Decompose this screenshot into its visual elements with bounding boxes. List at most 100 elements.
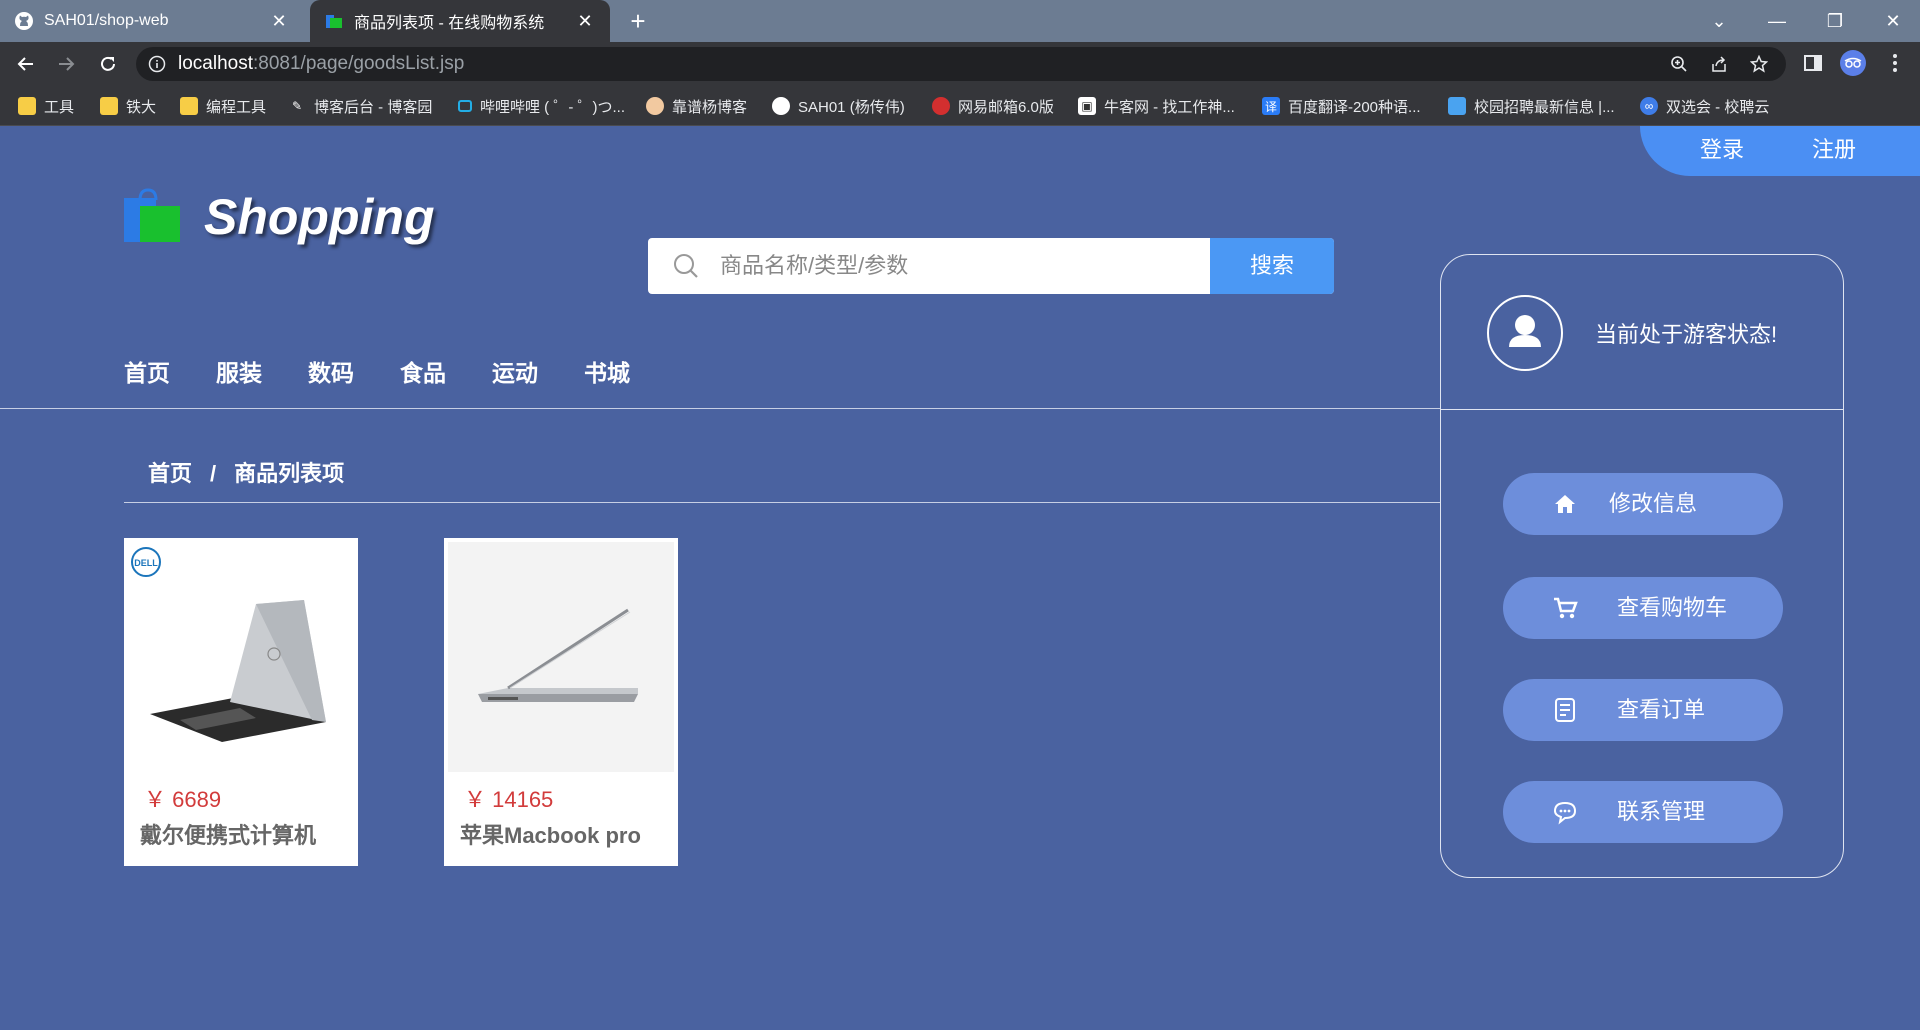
nav-home[interactable]: 首页 <box>124 354 170 388</box>
browser-toolbar: localhost:8081/page/goodsList.jsp <box>0 42 1920 86</box>
login-link[interactable]: 登录 <box>1700 126 1744 174</box>
bookmark-label: 牛客网 - 找工作神... <box>1104 98 1235 116</box>
profile-avatar-icon[interactable] <box>1840 50 1866 76</box>
breadcrumb-separator: / <box>210 461 217 486</box>
nav-books[interactable]: 书城 <box>584 354 630 388</box>
github-icon <box>14 11 34 31</box>
product-price: ￥ 14165 <box>464 787 554 812</box>
nav-clothing[interactable]: 服装 <box>216 354 262 388</box>
product-card[interactable]: DELL ￥ 6689 戴尔便携式计算机 <box>124 538 358 866</box>
product-price: ￥ 6689 <box>144 787 222 812</box>
product-name[interactable]: 戴尔便携式计算机 <box>140 818 316 850</box>
product-name[interactable]: 苹果Macbook pro <box>460 818 641 850</box>
tab-title: 商品列表项 - 在线购物系统 <box>354 15 545 32</box>
tab-title: SAH01/shop-web <box>44 12 169 29</box>
bookmarks-bar: 工具 铁大 编程工具 ✎ 博客后台 - 博客园 哔哩哔哩 ( ゜- ゜)つ...… <box>0 86 1920 126</box>
view-cart-label: 查看购物车 <box>1617 595 1728 620</box>
tab-strip: SAH01/shop-web ✕ 商品列表项 - 在线购物系统 ✕ + ⌄ — … <box>0 0 1920 42</box>
url-path: :8081/page/goodsList.jsp <box>253 53 465 74</box>
contact-admin-label: 联系管理 <box>1617 799 1706 824</box>
close-tab-icon[interactable]: ✕ <box>268 11 290 32</box>
minimize-button[interactable]: — <box>1748 0 1806 42</box>
translate-icon: 译 <box>1262 97 1280 115</box>
bookmark-github[interactable]: SAH01 (杨传伟) <box>772 86 905 126</box>
nowcoder-icon: ▣ <box>1078 97 1096 115</box>
search-input[interactable] <box>720 238 1240 294</box>
divider <box>124 502 1440 503</box>
shopping-bag-icon <box>124 188 180 242</box>
new-tab-button[interactable]: + <box>622 5 654 37</box>
close-window-button[interactable]: ✕ <box>1864 0 1920 42</box>
address-bar[interactable]: localhost:8081/page/goodsList.jsp <box>136 47 1786 81</box>
divider <box>1441 409 1843 410</box>
zoom-icon[interactable] <box>1670 55 1688 73</box>
bookmark-label: 靠谱杨博客 <box>672 98 748 116</box>
product-card[interactable]: ￥ 14165 苹果Macbook pro <box>444 538 678 866</box>
product-image-dell-laptop[interactable]: DELL <box>128 542 354 772</box>
folder-icon <box>324 11 344 31</box>
side-panel-icon[interactable] <box>1802 52 1824 74</box>
bookmark-163-mail[interactable]: 网易邮箱6.0版 <box>932 86 1054 126</box>
product-image-macbook-pro[interactable] <box>448 542 674 772</box>
svg-text:DELL: DELL <box>134 558 158 568</box>
edit-info-button[interactable]: 修改信息 <box>1503 473 1783 535</box>
search-icon <box>672 252 700 280</box>
restore-button[interactable]: ❐ <box>1806 0 1864 42</box>
bilibili-icon <box>458 100 472 112</box>
brand-title: Shopping <box>204 189 435 245</box>
bookmark-campus[interactable]: 校园招聘最新信息 |... <box>1448 86 1615 126</box>
bookmark-label: 铁大 <box>126 98 157 116</box>
bookmark-dev-tools[interactable]: 编程工具 <box>180 86 266 126</box>
tab-goods-list[interactable]: 商品列表项 - 在线购物系统 ✕ <box>310 0 610 42</box>
bookmark-tools[interactable]: 工具 <box>18 86 74 126</box>
bookmark-label: 网易邮箱6.0版 <box>958 98 1054 116</box>
nav-food[interactable]: 食品 <box>400 354 446 388</box>
tab-shop-web[interactable]: SAH01/shop-web ✕ <box>0 0 304 42</box>
share-icon[interactable] <box>1710 55 1728 73</box>
cnblogs-icon: ✎ <box>291 99 303 113</box>
contact-admin-button[interactable]: 联系管理 <box>1503 781 1783 843</box>
register-link[interactable]: 注册 <box>1812 126 1856 174</box>
chat-icon <box>1551 798 1579 826</box>
bookmark-tieda[interactable]: 铁大 <box>100 86 156 126</box>
search-button[interactable]: 搜索 <box>1210 238 1334 294</box>
github-icon <box>772 97 790 115</box>
bookmark-label: 编程工具 <box>206 98 267 116</box>
nav-sports[interactable]: 运动 <box>492 354 538 388</box>
bookmark-label: 工具 <box>44 98 75 116</box>
bookmark-xiaopin[interactable]: ∞ 双选会 - 校聘云 <box>1640 86 1769 126</box>
reload-icon[interactable] <box>92 48 124 80</box>
info-icon[interactable] <box>148 55 166 73</box>
url-text: localhost:8081/page/goodsList.jsp <box>178 47 464 81</box>
bookmark-nowcoder[interactable]: ▣ 牛客网 - 找工作神... <box>1078 86 1235 126</box>
bookmark-bilibili[interactable]: 哔哩哔哩 ( ゜- ゜)つ... <box>458 86 625 126</box>
bookmark-label: 哔哩哔哩 ( ゜- ゜)つ... <box>480 98 625 116</box>
forward-arrow-icon[interactable] <box>50 48 82 80</box>
close-tab-icon[interactable]: ✕ <box>574 11 596 32</box>
bookmark-blog[interactable]: 靠谱杨博客 <box>646 86 747 126</box>
home-icon <box>1551 490 1579 518</box>
breadcrumb-current: 商品列表项 <box>234 461 345 486</box>
page-body: 登录 注册 Shopping 搜索 首页 服装 数码 食品 运动 书城 首页 / 商… <box>0 126 1920 1030</box>
view-cart-button[interactable]: 查看购物车 <box>1503 577 1783 639</box>
bookmark-label: 博客后台 - 博客园 <box>314 98 433 116</box>
folder-icon <box>180 97 198 115</box>
more-menu-icon[interactable] <box>1884 52 1906 74</box>
folder-icon <box>18 97 36 115</box>
tab-search-icon[interactable]: ⌄ <box>1690 0 1748 42</box>
breadcrumb-home[interactable]: 首页 <box>148 461 192 486</box>
breadcrumb: 首页 / 商品列表项 <box>148 456 344 488</box>
view-orders-button[interactable]: 查看订单 <box>1503 679 1783 741</box>
star-icon[interactable] <box>1749 54 1769 73</box>
mail-icon <box>932 97 950 115</box>
nav-digital[interactable]: 数码 <box>308 354 354 388</box>
bookmark-label: 百度翻译-200种语... <box>1288 98 1421 116</box>
divider <box>0 408 1440 409</box>
cart-icon <box>1551 594 1579 622</box>
user-avatar-icon <box>1487 295 1563 371</box>
bookmark-baidu-translate[interactable]: 译 百度翻译-200种语... <box>1262 86 1421 126</box>
bookmark-cnblogs[interactable]: ✎ 博客后台 - 博客园 <box>288 86 432 126</box>
bookmark-label: 双选会 - 校聘云 <box>1666 98 1770 116</box>
campus-icon <box>1448 97 1466 115</box>
back-arrow-icon[interactable] <box>10 48 42 80</box>
